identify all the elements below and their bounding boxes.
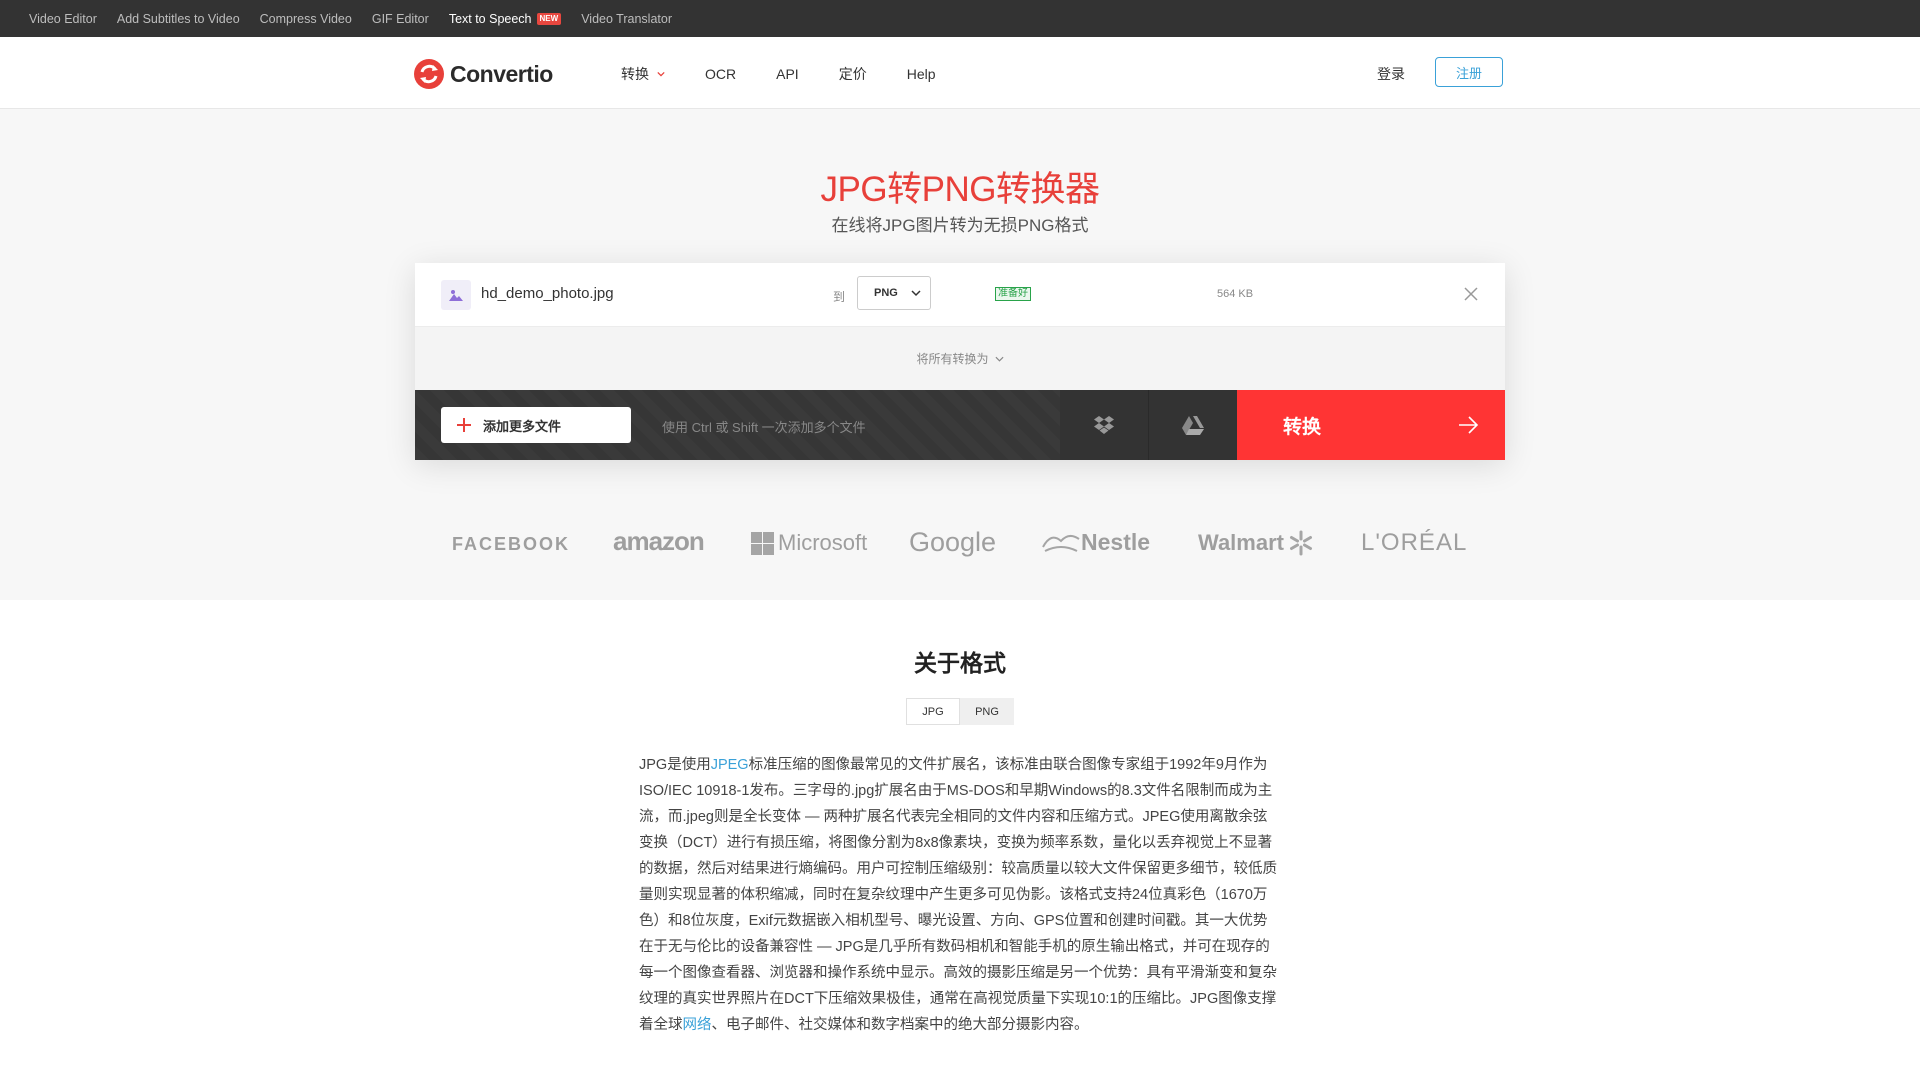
microsoft-squares-icon — [751, 531, 774, 555]
convert-button-label: 转换 — [1283, 416, 1322, 438]
header: Convertio 转换 OCR API 定价 Help 登录 注册 — [0, 37, 1920, 109]
topbar-link-text-to-speech[interactable]: Text to Speech NEW — [448, 11, 562, 26]
nav-item-api[interactable]: API — [776, 64, 799, 84]
topbar-link-video-editor[interactable]: Video Editor — [29, 12, 97, 26]
topbar-link-add-subtitles[interactable]: Add Subtitles to Video — [117, 12, 240, 26]
description-text-mid: 标准压缩的图像最常见的文件扩展名，该标准由联合图像专家组于1992年9月作为IS… — [639, 757, 1277, 1033]
login-link[interactable]: 登录 — [1377, 64, 1405, 84]
google-drive-button[interactable] — [1149, 390, 1237, 460]
dropbox-icon — [1094, 416, 1114, 434]
arrow-right-icon — [1459, 416, 1479, 434]
multi-select-hint: 使用 Ctrl 或 Shift 一次添加多个文件 — [662, 420, 866, 435]
amazon-logo: amazon — [613, 526, 705, 557]
hero-section: JPG转PNG转换器 在线将JPG图片转为无损PNG格式 hd_demo_pho… — [0, 109, 1920, 600]
convert-all-dropdown[interactable]: 将所有转换为 — [415, 327, 1505, 390]
signup-button[interactable]: 注册 — [1435, 57, 1503, 87]
nestle-nest-icon — [1042, 535, 1080, 552]
chevron-down-icon — [657, 71, 665, 77]
to-label: 到 — [833, 290, 846, 304]
nestle-logo-text: Nestle — [1081, 528, 1151, 555]
walmart-logo: Walmart — [1198, 530, 1314, 556]
nav-item-help[interactable]: Help — [907, 64, 936, 84]
topbar-link-compress-video[interactable]: Compress Video — [260, 12, 352, 26]
brand-logos: FACEBOOK amazon Microsoft Google Nestle … — [0, 524, 1920, 564]
google-drive-icon — [1182, 415, 1204, 435]
chevron-down-icon — [994, 356, 1004, 362]
microsoft-logo-text: Microsoft — [778, 530, 868, 555]
action-bar: 添加更多文件 使用 Ctrl 或 Shift 一次添加多个文件 转换 — [415, 390, 1505, 460]
network-link[interactable]: 网络 — [683, 1017, 712, 1033]
file-size: 564 KB — [1217, 288, 1254, 300]
topbar-link-video-translator[interactable]: Video Translator — [581, 12, 672, 26]
nestle-logo: Nestle — [1041, 527, 1150, 557]
format-select[interactable]: PNG — [857, 276, 931, 310]
add-more-files-label: 添加更多文件 — [483, 418, 562, 434]
convert-button[interactable]: 转换 — [1237, 390, 1505, 460]
nav-item-convert[interactable]: 转换 — [621, 64, 665, 84]
tab-jpg[interactable]: JPG — [906, 698, 960, 725]
logo[interactable]: Convertio — [414, 59, 553, 89]
convertio-logo-icon — [414, 59, 444, 89]
convert-all-label: 将所有转换为 — [916, 352, 989, 366]
tab-png[interactable]: PNG — [960, 698, 1014, 725]
new-badge: NEW — [536, 12, 562, 25]
google-logo: Google — [909, 527, 997, 557]
format-select-value: PNG — [874, 287, 898, 299]
file-row: hd_demo_photo.jpg 到 PNG 准备好 564 KB — [415, 263, 1505, 327]
nav-item-convert-label: 转换 — [621, 66, 649, 82]
top-bar: Video Editor Add Subtitles to Video Comp… — [0, 0, 1920, 37]
walmart-spark-icon — [1289, 530, 1312, 556]
file-name: hd_demo_photo.jpg — [481, 285, 614, 302]
topbar-link-gif-editor[interactable]: GIF Editor — [372, 12, 429, 26]
loreal-logo: L'ORÉAL — [1361, 529, 1468, 556]
converter-card: hd_demo_photo.jpg 到 PNG 准备好 564 KB 将所有转换… — [415, 263, 1505, 460]
format-tabs: JPG PNG — [0, 698, 1920, 725]
format-description: JPG是使用JPEG标准压缩的图像最常见的文件扩展名，该标准由联合图像专家组于1… — [639, 752, 1281, 1038]
microsoft-logo: Microsoft — [751, 530, 867, 556]
about-section: 关于格式 JPG PNG JPG是使用JPEG标准压缩的图像最常见的文件扩展名，… — [0, 644, 1920, 1038]
about-title: 关于格式 — [914, 650, 1006, 676]
nav-item-pricing[interactable]: 定价 — [839, 64, 867, 84]
status-badge: 准备好 — [995, 287, 1031, 301]
page-subtitle: 在线将JPG图片转为无损PNG格式 — [831, 216, 1089, 235]
plus-icon — [457, 418, 471, 432]
jpeg-link[interactable]: JPEG — [711, 757, 749, 773]
close-icon[interactable] — [1463, 286, 1479, 302]
topbar-link-text-to-speech-label: Text to Speech — [448, 11, 532, 26]
image-file-icon — [441, 280, 471, 310]
chevron-down-icon — [911, 290, 921, 297]
description-text-end: 、电子邮件、社交媒体和数字档案中的绝大部分摄影内容。 — [711, 1017, 1089, 1033]
nav-item-ocr[interactable]: OCR — [705, 64, 736, 84]
add-more-files-button[interactable]: 添加更多文件 — [441, 407, 631, 443]
page-title: JPG转PNG转换器 — [820, 170, 1100, 209]
walmart-logo-text: Walmart — [1198, 530, 1284, 555]
logo-text: Convertio — [450, 60, 553, 87]
description-text-start: JPG是使用 — [639, 757, 711, 773]
dropbox-button[interactable] — [1060, 390, 1149, 460]
amazon-logo-text: amazon — [613, 526, 705, 556]
main-nav: 转换 OCR API 定价 Help — [621, 64, 976, 84]
facebook-logo: FACEBOOK — [452, 534, 571, 554]
